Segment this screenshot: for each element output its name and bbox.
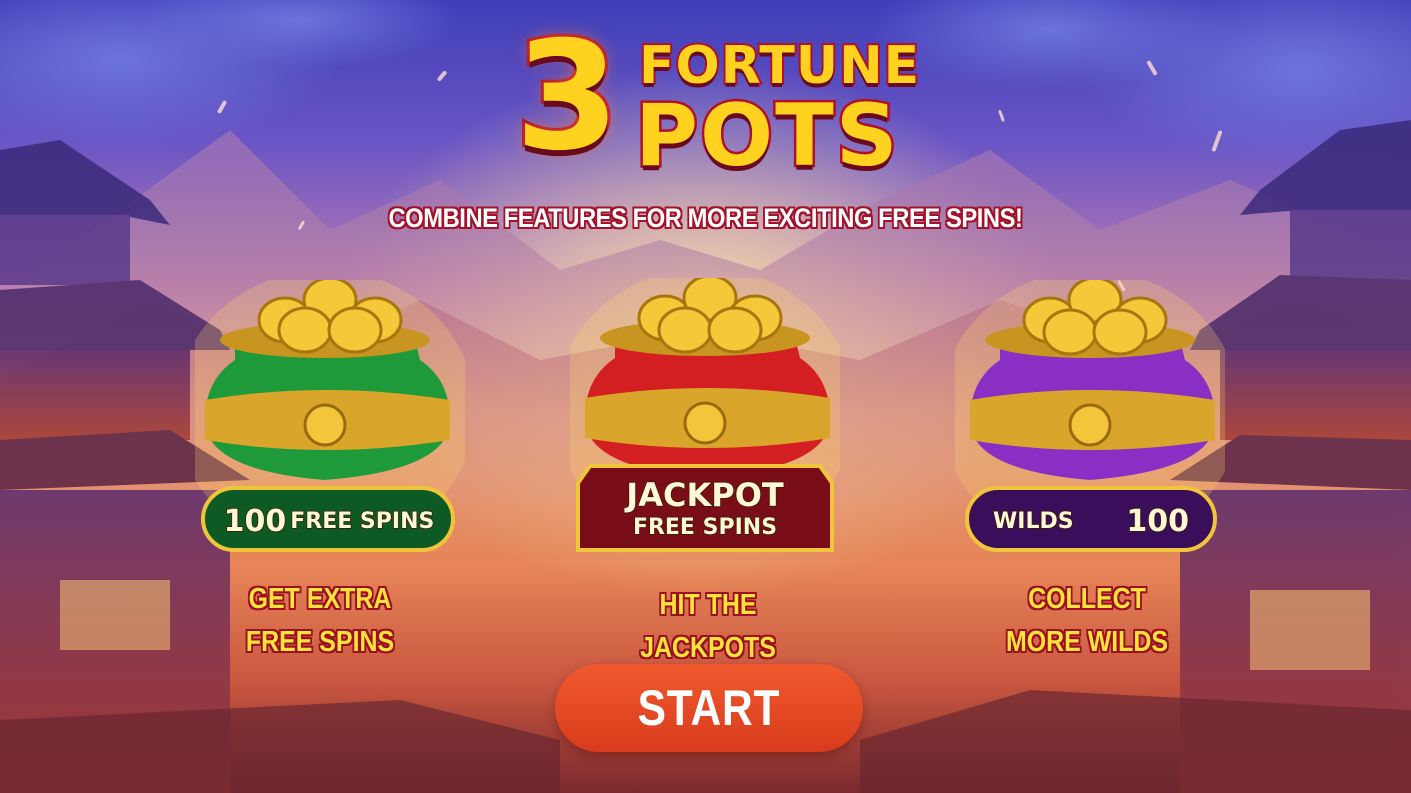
game-logo: 3 FORTUNE POTS <box>512 9 921 188</box>
feature-line: COLLECT <box>1028 583 1146 615</box>
feature-line: HIT THE JACKPOTS <box>640 589 776 664</box>
green-pot-plaque: 100 FREE SPINS <box>209 496 449 546</box>
start-button-label: START <box>637 680 781 736</box>
feature-line: MORE WILDS <box>1005 626 1169 658</box>
plaque-text: FREE SPINS <box>289 508 435 535</box>
feature-text-purple: COLLECT MORE WILDS <box>975 578 1199 664</box>
plaque-text-line1: JACKPOT <box>626 475 785 515</box>
red-pot-plaque: JACKPOT FREE SPINS <box>580 468 830 550</box>
feature-text-green: GET EXTRA FREE SPINS <box>208 578 432 664</box>
feature-subtitle: COMBINE FEATURES FOR MORE EXCITING FREE … <box>388 203 1023 233</box>
plaque-number: 100 <box>1126 503 1190 540</box>
plaque-number: 100 <box>223 503 287 540</box>
plaque-text-line2: FREE SPINS <box>632 514 778 541</box>
feature-line: GET EXTRA <box>248 583 392 615</box>
logo-number: 3 <box>512 9 622 185</box>
green-pot: 100 FREE SPINS <box>195 280 465 560</box>
purple-pot-plaque: WILDS 100 <box>973 496 1209 546</box>
plaque-text: WILDS <box>992 508 1074 535</box>
purple-pot: WILDS 100 <box>955 280 1225 560</box>
logo-word-pots: POTS <box>633 86 901 187</box>
feature-line: FREE SPINS <box>245 626 395 658</box>
red-pot: JACKPOT FREE SPINS <box>570 278 840 558</box>
start-button[interactable]: START <box>555 664 863 752</box>
feature-text-red: HIT THE JACKPOTS <box>596 584 820 670</box>
